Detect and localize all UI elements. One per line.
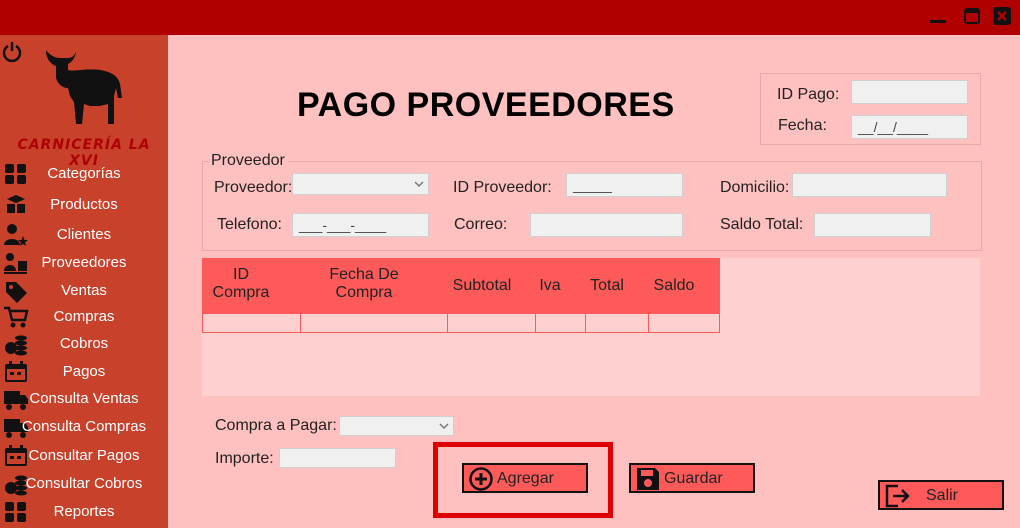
saldo-total-field[interactable] <box>814 213 931 237</box>
id-pago-label: ID Pago: <box>777 86 840 103</box>
table-cell[interactable] <box>586 314 649 332</box>
plus-circle-icon <box>469 467 493 491</box>
table-header: ID Compra Fecha De Compra Subtotal Iva T… <box>202 258 720 313</box>
salir-button-label: Salir <box>926 487 959 504</box>
sidebar-item-label: Productos <box>50 196 118 213</box>
sidebar-item-consulta-ventas[interactable]: Consulta Ventas <box>0 386 168 412</box>
bull-logo-icon <box>46 50 122 124</box>
column-header-iva[interactable]: Iva <box>536 277 564 295</box>
column-header-label: Subtotal <box>452 277 512 294</box>
exit-icon <box>885 484 910 508</box>
sidebar-item-label: Proveedores <box>41 254 127 271</box>
telefono-field[interactable]: ___-___-____ <box>292 213 429 237</box>
sidebar-item-label: Consulta Compras <box>21 418 147 435</box>
id-proveedor-label: ID Proveedor: <box>453 179 552 196</box>
chevron-down-icon <box>439 423 449 430</box>
proveedor-select[interactable] <box>292 173 429 195</box>
column-header-label: Fecha De Compra <box>329 266 399 301</box>
column-header-label: Iva <box>539 277 561 294</box>
fecha-field[interactable]: __/__/____ <box>851 115 968 139</box>
sidebar: CARNICERÍA LA XVI Categorías Productos C… <box>0 35 168 528</box>
power-icon[interactable] <box>1 41 23 63</box>
sidebar-item-label: Consultar Cobros <box>25 475 143 492</box>
chevron-down-icon <box>414 181 424 188</box>
column-header-fecha-compra[interactable]: Fecha De Compra <box>300 266 428 302</box>
domicilio-label: Domicilio: <box>720 179 790 196</box>
column-header-label: Total <box>590 277 624 294</box>
guardar-button[interactable]: Guardar <box>629 463 755 493</box>
table-row[interactable] <box>202 313 720 333</box>
page-title: PAGO PROVEEDORES <box>297 86 675 124</box>
minimize-icon[interactable] <box>929 7 947 25</box>
column-header-total[interactable]: Total <box>586 277 628 295</box>
sidebar-item-compras[interactable]: Compras <box>0 304 168 330</box>
sidebar-item-productos[interactable]: Productos <box>0 192 168 218</box>
table-cell[interactable] <box>301 314 448 332</box>
column-header-id-compra[interactable]: ID Compra <box>202 266 280 302</box>
saldo-total-label: Saldo Total: <box>720 216 804 233</box>
sidebar-item-label: Consulta Ventas <box>29 390 139 407</box>
agregar-button-label: Agregar <box>497 470 554 487</box>
sidebar-item-label: Ventas <box>61 282 107 299</box>
sidebar-item-clientes[interactable]: Clientes <box>0 222 168 248</box>
column-header-subtotal[interactable]: Subtotal <box>448 277 516 295</box>
table-cell[interactable] <box>649 314 719 332</box>
compra-a-pagar-select[interactable] <box>339 416 454 436</box>
maximize-icon[interactable] <box>963 7 981 25</box>
sidebar-item-cobros[interactable]: Cobros <box>0 331 168 357</box>
table-cell[interactable] <box>203 314 301 332</box>
close-icon[interactable] <box>993 7 1011 25</box>
sidebar-item-consultar-pagos[interactable]: Consultar Pagos <box>0 443 168 469</box>
sidebar-item-ventas[interactable]: Ventas <box>0 278 168 304</box>
compra-a-pagar-label: Compra a Pagar: <box>215 417 337 434</box>
sidebar-item-label: Categorías <box>47 165 121 182</box>
fecha-label: Fecha: <box>778 117 827 134</box>
domicilio-field[interactable] <box>792 173 947 197</box>
column-header-label: ID Compra <box>212 266 270 301</box>
save-icon <box>637 468 659 490</box>
telefono-label: Telefono: <box>217 216 282 233</box>
guardar-button-label: Guardar <box>664 470 723 487</box>
id-proveedor-field[interactable]: _____ <box>566 173 683 197</box>
sidebar-item-proveedores[interactable]: Proveedores <box>0 250 168 276</box>
sidebar-item-label: Pagos <box>62 363 106 380</box>
table-cell[interactable] <box>448 314 536 332</box>
title-bar <box>0 0 1020 35</box>
column-header-saldo[interactable]: Saldo <box>648 277 700 295</box>
salir-button[interactable]: Salir <box>878 480 1004 510</box>
correo-field[interactable] <box>530 213 683 237</box>
sidebar-item-label: Compras <box>53 308 115 325</box>
id-pago-field[interactable] <box>851 80 968 104</box>
sidebar-item-consultar-cobros[interactable]: Consultar Cobros <box>0 471 168 497</box>
proveedor-label: Proveedor: <box>214 179 293 196</box>
importe-field[interactable] <box>279 448 396 468</box>
table-cell[interactable] <box>536 314 586 332</box>
sidebar-item-label: Consultar Pagos <box>28 447 140 464</box>
importe-label: Importe: <box>215 450 274 467</box>
sidebar-item-reportes[interactable]: Reportes <box>0 499 168 525</box>
sidebar-item-pagos[interactable]: Pagos <box>0 359 168 385</box>
compras-table[interactable]: ID Compra Fecha De Compra Subtotal Iva T… <box>202 258 980 396</box>
column-header-label: Saldo <box>653 277 695 294</box>
proveedor-group-legend: Proveedor <box>208 152 288 170</box>
sidebar-item-consulta-compras[interactable]: Consulta Compras <box>0 414 168 440</box>
agregar-button[interactable]: Agregar <box>462 463 588 493</box>
sidebar-item-categorias[interactable]: Categorías <box>0 161 168 187</box>
correo-label: Correo: <box>454 216 508 233</box>
sidebar-item-label: Reportes <box>53 503 115 520</box>
sidebar-item-label: Cobros <box>59 335 109 352</box>
sidebar-item-label: Clientes <box>56 226 112 243</box>
